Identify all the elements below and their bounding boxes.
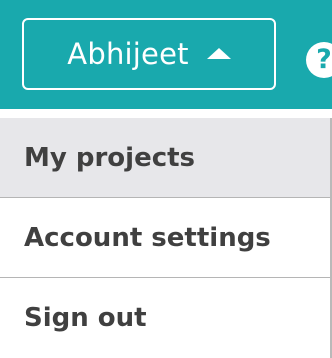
menu-item-sign-out[interactable]: Sign out	[0, 278, 330, 358]
user-menu-button[interactable]: Abhijeet	[22, 18, 276, 90]
help-icon[interactable]: ?	[306, 42, 332, 78]
caret-up-icon	[206, 47, 231, 59]
user-dropdown-menu: My projects Account settings Sign out	[0, 118, 332, 358]
menu-item-my-projects[interactable]: My projects	[0, 118, 330, 198]
user-name-label: Abhijeet	[67, 37, 189, 71]
menu-item-account-settings[interactable]: Account settings	[0, 198, 330, 278]
top-navigation-bar: Abhijeet ?	[0, 0, 332, 109]
